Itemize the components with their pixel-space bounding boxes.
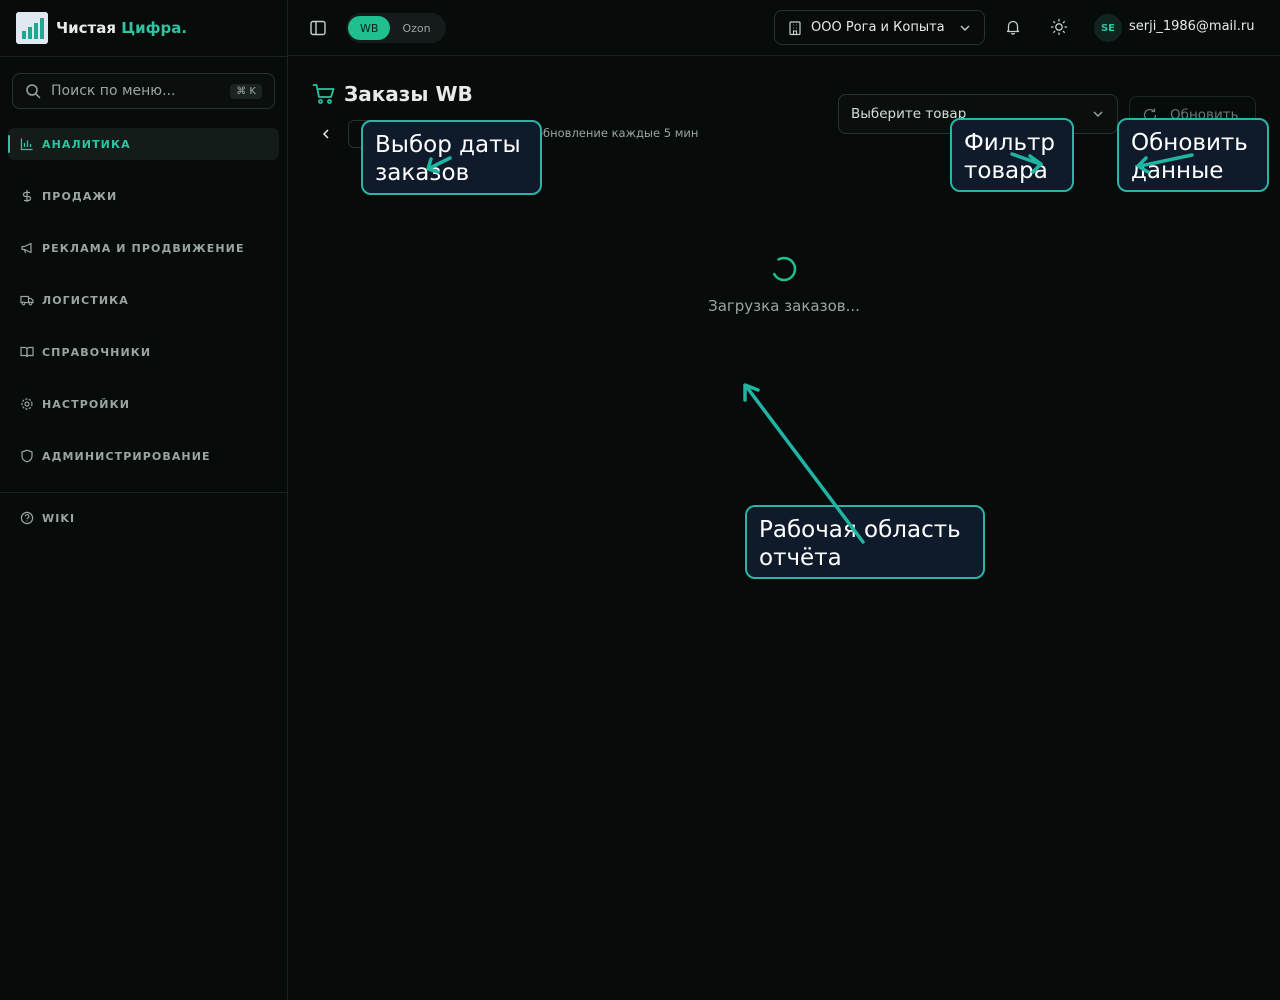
callout-workspace: Рабочая область отчёта <box>745 505 985 579</box>
brand-logo-icon <box>16 12 48 44</box>
loading-text: Загрузка заказов... <box>708 297 860 315</box>
company-name: ООО Рога и Копыта <box>811 20 945 35</box>
auto-refresh-note: обновление каждые 5 мин <box>536 126 699 140</box>
sidebar-item-label: ЛОГИСТИКА <box>42 293 129 307</box>
sidebar-item-label: АНАЛИТИКА <box>42 137 131 151</box>
date-prev-button[interactable] <box>312 120 340 148</box>
sidebar-item-label: СПРАВОЧНИКИ <box>42 345 152 359</box>
brand-name: Чистая Цифра. <box>56 19 187 37</box>
sidebar-item-settings[interactable]: НАСТРОЙКИ <box>8 388 279 420</box>
gear-icon <box>21 398 33 410</box>
page-title: Заказы WB <box>312 82 473 106</box>
book-icon <box>20 346 34 358</box>
callout-product: Фильтр товара <box>950 118 1074 192</box>
menu-search[interactable]: ⌘ K <box>12 73 275 109</box>
callout-refresh: Обновить данные <box>1117 118 1269 192</box>
sidebar-item-sales[interactable]: ПРОДАЖИ <box>8 180 279 212</box>
marketplace-wb-button[interactable]: WB <box>348 16 391 40</box>
sidebar-item-administration[interactable]: АДМИНИСТРИРОВАНИЕ <box>8 440 279 472</box>
sidebar-header-divider <box>0 56 287 57</box>
marketplace-switch: WB Ozon <box>346 13 446 43</box>
sidebar-toggle-icon[interactable] <box>308 18 328 38</box>
topbar: WB Ozon ООО Рога и Копыта SE serji_1986@… <box>288 0 1280 56</box>
company-select[interactable]: ООО Рога и Копыта <box>774 10 985 45</box>
user-email[interactable]: serji_1986@mail.ru <box>1129 19 1255 34</box>
brand-name-main: Чистая <box>56 19 116 37</box>
sidebar-item-advertising[interactable]: РЕКЛАМА И ПРОДВИЖЕНИЕ <box>8 232 279 264</box>
shopping-cart-icon <box>312 84 335 104</box>
callout-date: Выбор даты заказов <box>361 120 542 195</box>
search-icon <box>26 84 41 99</box>
shield-icon <box>21 449 33 463</box>
chevron-down-icon <box>1093 111 1103 117</box>
sidebar-item-label: ПРОДАЖИ <box>42 189 118 203</box>
sidebar-nav-divider <box>0 492 287 493</box>
dollar-icon <box>22 190 32 202</box>
brand-name-dot: . <box>181 19 188 37</box>
bell-icon[interactable] <box>1004 18 1022 36</box>
sidebar: Чистая Цифра. ⌘ K АНАЛИТИКА ПР <box>0 0 288 1000</box>
sidebar-item-analytics[interactable]: АНАЛИТИКА <box>8 128 279 160</box>
menu-search-input[interactable] <box>49 82 231 100</box>
bar-chart-icon <box>20 138 33 151</box>
product-select-placeholder: Выберите товар <box>851 106 967 122</box>
truck-icon <box>20 295 34 306</box>
sidebar-item-label: АДМИНИСТРИРОВАНИЕ <box>42 449 211 463</box>
sidebar-item-label: НАСТРОЙКИ <box>42 397 131 411</box>
page-title-text: Заказы WB <box>344 82 473 106</box>
sidebar-item-references[interactable]: СПРАВОЧНИКИ <box>8 336 279 368</box>
search-shortcut-badge: ⌘ K <box>230 83 262 99</box>
building-icon <box>789 20 801 35</box>
sidebar-item-logistics[interactable]: ЛОГИСТИКА <box>8 284 279 316</box>
marketplace-ozon-button[interactable]: Ozon <box>390 16 442 40</box>
sidebar-item-label: РЕКЛАМА И ПРОДВИЖЕНИЕ <box>42 241 245 255</box>
brand[interactable]: Чистая Цифра. <box>16 12 187 44</box>
sun-icon[interactable] <box>1050 18 1068 36</box>
chevron-down-icon <box>960 25 970 31</box>
sidebar-item-label: WIKI <box>42 511 76 525</box>
megaphone-icon <box>21 242 32 254</box>
avatar[interactable]: SE <box>1094 14 1122 42</box>
help-circle-icon <box>20 511 34 525</box>
loading-spinner-icon <box>771 256 797 282</box>
brand-name-accent: Цифра <box>121 19 182 37</box>
sidebar-item-wiki[interactable]: WIKI <box>8 502 279 534</box>
chevron-left-icon <box>322 129 329 139</box>
